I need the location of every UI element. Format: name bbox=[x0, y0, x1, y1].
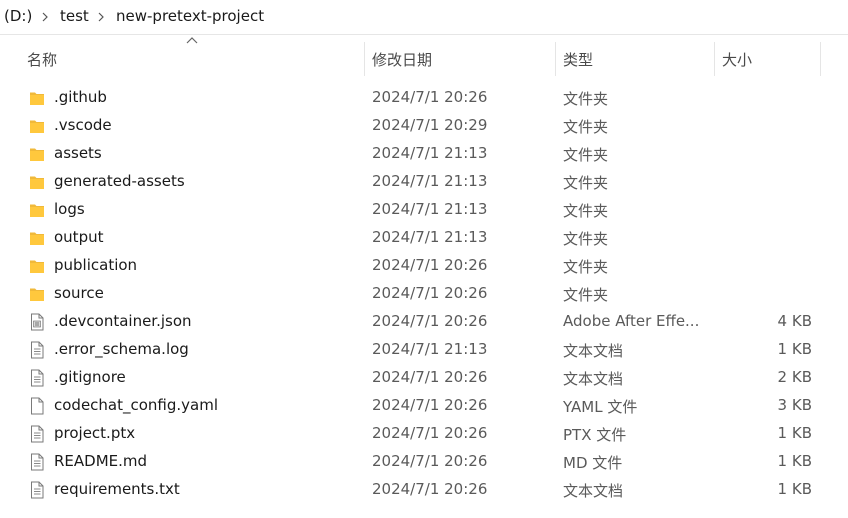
file-type: 文件夹 bbox=[563, 202, 609, 220]
file-size: 1 KB bbox=[777, 340, 812, 358]
column-header-size[interactable]: 大小 bbox=[722, 49, 752, 70]
file-name: publication bbox=[54, 256, 138, 274]
folder-row[interactable]: .vscode 2024/7/1 20:29 文件夹 bbox=[0, 112, 848, 140]
file-size: 4 KB bbox=[777, 312, 812, 330]
folder-icon bbox=[29, 173, 45, 191]
file-size: 1 KB bbox=[777, 452, 812, 470]
file-row[interactable]: project.ptx 2024/7/1 20:26 PTX 文件 1 KB bbox=[0, 420, 848, 448]
file-name: .error_schema.log bbox=[54, 340, 189, 358]
file-name: .vscode bbox=[54, 116, 112, 134]
column-divider[interactable] bbox=[364, 42, 365, 76]
file-modified-date: 2024/7/1 21:13 bbox=[372, 172, 488, 190]
file-type: 文本文档 bbox=[563, 482, 624, 500]
file-name: logs bbox=[54, 200, 85, 218]
folder-icon bbox=[29, 257, 45, 275]
breadcrumb: (D:) test new-pretext-project bbox=[0, 0, 848, 35]
file-modified-date: 2024/7/1 20:26 bbox=[372, 452, 488, 470]
folder-row[interactable]: publication 2024/7/1 20:26 文件夹 bbox=[0, 252, 848, 280]
folder-icon bbox=[29, 285, 45, 303]
sort-ascending-icon bbox=[186, 37, 198, 44]
file-type: 文本文档 bbox=[563, 370, 624, 388]
file-name: .devcontainer.json bbox=[54, 312, 192, 330]
blank-file-icon bbox=[29, 397, 45, 415]
folder-row[interactable]: generated-assets 2024/7/1 21:13 文件夹 bbox=[0, 168, 848, 196]
column-divider[interactable] bbox=[555, 42, 556, 76]
folder-row[interactable]: source 2024/7/1 20:26 文件夹 bbox=[0, 280, 848, 308]
file-modified-date: 2024/7/1 20:26 bbox=[372, 88, 488, 106]
file-type: YAML 文件 bbox=[563, 398, 638, 416]
file-row[interactable]: .error_schema.log 2024/7/1 21:13 文本文档 1 KB bbox=[0, 336, 848, 364]
file-name: .gitignore bbox=[54, 368, 126, 386]
file-modified-date: 2024/7/1 21:13 bbox=[372, 340, 488, 358]
file-type: 文件夹 bbox=[563, 174, 609, 192]
folder-row[interactable]: output 2024/7/1 21:13 文件夹 bbox=[0, 224, 848, 252]
file-modified-date: 2024/7/1 20:26 bbox=[372, 256, 488, 274]
file-name: codechat_config.yaml bbox=[54, 396, 219, 414]
file-name: generated-assets bbox=[54, 172, 185, 190]
file-size: 2 KB bbox=[777, 368, 812, 386]
text-file-icon bbox=[29, 453, 45, 471]
chevron-right-icon[interactable] bbox=[96, 11, 106, 23]
file-row[interactable]: codechat_config.yaml 2024/7/1 20:26 YAML 文… bbox=[0, 392, 848, 420]
folder-row[interactable]: .github 2024/7/1 20:26 文件夹 bbox=[0, 84, 848, 112]
column-divider[interactable] bbox=[820, 42, 821, 76]
text-file-icon bbox=[29, 341, 45, 359]
file-type: 文件夹 bbox=[563, 230, 609, 248]
file-modified-date: 2024/7/1 21:13 bbox=[372, 200, 488, 218]
text-file-icon bbox=[29, 425, 45, 443]
file-row[interactable]: .gitignore 2024/7/1 20:26 文本文档 2 KB bbox=[0, 364, 848, 392]
file-modified-date: 2024/7/1 20:26 bbox=[372, 396, 488, 414]
file-type: 文件夹 bbox=[563, 118, 609, 136]
folder-icon bbox=[29, 229, 45, 247]
file-modified-date: 2024/7/1 20:26 bbox=[372, 424, 488, 442]
folder-row[interactable]: assets 2024/7/1 21:13 文件夹 bbox=[0, 140, 848, 168]
file-type: 文本文档 bbox=[563, 342, 624, 360]
folder-icon bbox=[29, 201, 45, 219]
file-modified-date: 2024/7/1 20:26 bbox=[372, 284, 488, 302]
file-type: 文件夹 bbox=[563, 146, 609, 164]
breadcrumb-current-folder[interactable]: new-pretext-project bbox=[116, 7, 264, 25]
folder-row[interactable]: logs 2024/7/1 21:13 文件夹 bbox=[0, 196, 848, 224]
file-name: .github bbox=[54, 88, 107, 106]
folder-icon bbox=[29, 117, 45, 135]
file-size: 1 KB bbox=[777, 424, 812, 442]
file-type: 文件夹 bbox=[563, 258, 609, 276]
column-header-name[interactable]: 名称 bbox=[27, 49, 57, 70]
file-type: 文件夹 bbox=[563, 286, 609, 304]
column-divider[interactable] bbox=[714, 42, 715, 76]
json-file-icon bbox=[29, 313, 45, 331]
breadcrumb-test[interactable]: test bbox=[60, 7, 89, 25]
chevron-right-icon[interactable] bbox=[40, 11, 50, 23]
file-name: README.md bbox=[54, 452, 148, 470]
column-header-type[interactable]: 类型 bbox=[563, 49, 593, 70]
file-size: 1 KB bbox=[777, 480, 812, 498]
file-name: project.ptx bbox=[54, 424, 136, 442]
breadcrumb-drive[interactable]: (D:) bbox=[4, 7, 32, 25]
text-file-icon bbox=[29, 481, 45, 499]
file-modified-date: 2024/7/1 21:13 bbox=[372, 228, 488, 246]
file-row[interactable]: README.md 2024/7/1 20:26 MD 文件 1 KB bbox=[0, 448, 848, 476]
file-modified-date: 2024/7/1 20:29 bbox=[372, 116, 488, 134]
file-name: source bbox=[54, 284, 104, 302]
file-modified-date: 2024/7/1 20:26 bbox=[372, 312, 488, 330]
text-file-icon bbox=[29, 369, 45, 387]
file-name: output bbox=[54, 228, 104, 246]
folder-icon bbox=[29, 145, 45, 163]
file-name: requirements.txt bbox=[54, 480, 180, 498]
file-name: assets bbox=[54, 144, 102, 162]
file-modified-date: 2024/7/1 21:13 bbox=[372, 144, 488, 162]
file-type: 文件夹 bbox=[563, 90, 609, 108]
file-modified-date: 2024/7/1 20:26 bbox=[372, 368, 488, 386]
file-row[interactable]: .devcontainer.json 2024/7/1 20:26 Adobe Af… bbox=[0, 308, 848, 336]
column-header-modified[interactable]: 修改日期 bbox=[372, 49, 432, 70]
folder-icon bbox=[29, 89, 45, 107]
file-size: 3 KB bbox=[777, 396, 812, 414]
file-row[interactable]: requirements.txt 2024/7/1 20:26 文本文档 1 KB bbox=[0, 476, 848, 504]
file-type: Adobe After Effe... bbox=[563, 312, 700, 330]
file-type: PTX 文件 bbox=[563, 426, 627, 444]
file-modified-date: 2024/7/1 20:26 bbox=[372, 480, 488, 498]
file-type: MD 文件 bbox=[563, 454, 623, 472]
